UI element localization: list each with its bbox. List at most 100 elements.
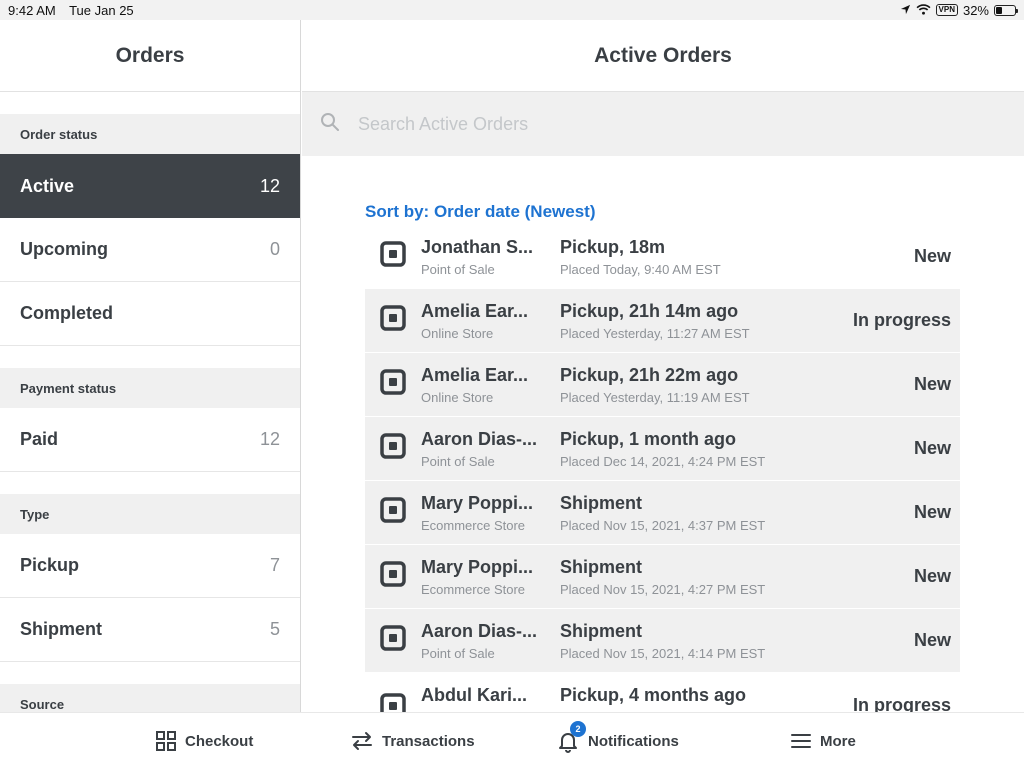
order-source: Point of Sale (421, 453, 495, 469)
order-fulfillment: Pickup, 21h 14m ago (560, 300, 739, 321)
order-customer: Mary Poppi... (421, 556, 534, 577)
order-fulfillment: Pickup, 1 month ago (560, 428, 737, 449)
vpn-indicator: VPN (935, 4, 958, 16)
filter-label: Upcoming (20, 239, 108, 259)
filter-label: Active (20, 175, 75, 196)
order-source: Ecommerce Store (421, 517, 526, 533)
filter-count: 0 (269, 239, 280, 259)
status-time: 9:42 AM (8, 2, 56, 18)
order-placed: Placed Yesterday, 11:19 AM EST (560, 389, 750, 405)
tab-label: Notifications (588, 732, 679, 750)
order-row[interactable]: Amelia Ear... Online Store Pickup, 21h 1… (365, 289, 960, 353)
order-status: New (913, 246, 951, 266)
filter-count: 12 (259, 175, 280, 196)
square-logo-icon (380, 369, 406, 400)
order-placed: Placed Nov 15, 2021, 4:14 PM EST (560, 645, 766, 661)
section-type: Type (0, 494, 300, 534)
status-date: Tue Jan 25 (69, 2, 134, 18)
order-source: Online Store (421, 325, 494, 341)
order-fulfillment: Pickup, 18m (560, 236, 666, 257)
tab-label: Transactions (382, 732, 475, 750)
order-source: Point of Sale (421, 645, 495, 661)
section-source: Source (0, 684, 300, 712)
search-input[interactable] (358, 113, 858, 135)
order-status: New (913, 438, 951, 458)
order-fulfillment: Pickup, 21h 22m ago (560, 364, 739, 385)
order-source: Point of Sale (421, 261, 495, 277)
square-logo-icon (380, 561, 406, 592)
tab-notifications[interactable]: 2 Notifications (556, 713, 679, 769)
bell-icon: 2 (556, 721, 586, 753)
arrows-icon (350, 730, 374, 752)
order-status: New (913, 630, 951, 650)
filter-count: 5 (269, 619, 280, 639)
square-logo-icon (380, 433, 406, 464)
filter-label: Completed (20, 303, 114, 323)
order-placed: Placed Nov 15, 2021, 4:37 PM EST (560, 517, 766, 533)
tab-label: More (820, 732, 856, 750)
order-status: In progress (852, 695, 951, 712)
orders-list: Jonathan S... Point of Sale Pickup, 18m … (365, 225, 960, 712)
section-payment-status: Payment status (0, 368, 300, 408)
order-placed: Placed Dec 14, 2021, 4:24 PM EST (560, 453, 766, 469)
order-source: Ecommerce Store (421, 581, 526, 597)
filter-pickup[interactable]: Pickup 7 (0, 534, 300, 598)
order-customer: Aaron Dias-... (421, 428, 538, 449)
search-icon (320, 112, 340, 137)
filter-label: Shipment (20, 619, 103, 639)
order-status: New (913, 502, 951, 522)
order-placed: Placed Today, 9:40 AM EST (560, 261, 721, 277)
wifi-icon (916, 3, 931, 18)
sidebar-title: Orders (0, 20, 300, 92)
order-customer: Jonathan S... (421, 236, 534, 257)
square-logo-icon (380, 305, 406, 336)
search-bar[interactable] (302, 92, 1024, 156)
order-source: Online Store (421, 389, 494, 405)
sort-selector[interactable]: Sort by: Order date (Newest) (365, 202, 596, 222)
sidebar: Orders Order status Active 12 Upcoming 0… (0, 20, 301, 712)
order-status: New (913, 374, 951, 394)
order-fulfillment: Shipment (560, 620, 643, 641)
square-logo-icon (380, 625, 406, 656)
battery-icon (994, 4, 1018, 16)
notification-badge: 2 (570, 721, 586, 737)
section-order-status: Order status (0, 114, 300, 154)
order-row[interactable]: Aaron Dias-... Point of Sale Pickup, 1 m… (365, 417, 960, 481)
order-row[interactable]: Mary Poppi... Ecommerce Store Shipment P… (365, 545, 960, 609)
square-logo-icon (380, 241, 406, 272)
filter-label: Pickup (20, 555, 80, 575)
order-row[interactable]: Mary Poppi... Ecommerce Store Shipment P… (365, 481, 960, 545)
order-customer: Mary Poppi... (421, 492, 534, 513)
order-row[interactable]: Abdul Kari... Pickup, 4 months ago In pr… (365, 673, 960, 712)
order-fulfillment: Shipment (560, 492, 643, 513)
order-placed: Placed Nov 15, 2021, 4:27 PM EST (560, 581, 766, 597)
filter-count: 7 (269, 555, 280, 575)
order-row[interactable]: Aaron Dias-... Point of Sale Shipment Pl… (365, 609, 960, 673)
location-icon (900, 3, 911, 18)
tab-more[interactable]: More (790, 713, 856, 769)
menu-icon (790, 732, 812, 750)
tab-label: Checkout (185, 732, 254, 750)
tab-transactions[interactable]: Transactions (350, 713, 475, 769)
tab-checkout[interactable]: Checkout (155, 713, 253, 769)
tab-bar: Checkout Transactions 2 Notifications Mo… (0, 712, 1024, 768)
order-status: New (913, 566, 951, 586)
order-fulfillment: Shipment (560, 556, 643, 577)
grid-icon (155, 730, 177, 752)
filter-upcoming[interactable]: Upcoming 0 (0, 218, 300, 282)
filter-count: 12 (259, 429, 280, 449)
square-logo-icon (380, 497, 406, 528)
battery-percent: 32% (962, 2, 989, 18)
filter-shipment[interactable]: Shipment 5 (0, 598, 300, 662)
filter-completed[interactable]: Completed (0, 282, 300, 346)
order-customer: Amelia Ear... (421, 364, 529, 385)
order-placed: Placed Yesterday, 11:27 AM EST (560, 325, 750, 341)
order-customer: Abdul Kari... (421, 685, 528, 705)
main-panel: Active Orders Sort by: Order date (Newes… (302, 20, 1024, 712)
order-row[interactable]: Jonathan S... Point of Sale Pickup, 18m … (365, 225, 960, 289)
filter-active[interactable]: Active 12 (0, 154, 300, 218)
filter-paid[interactable]: Paid 12 (0, 408, 300, 472)
order-status: In progress (852, 310, 951, 330)
page-title: Active Orders (302, 20, 1024, 92)
order-row[interactable]: Amelia Ear... Online Store Pickup, 21h 2… (365, 353, 960, 417)
